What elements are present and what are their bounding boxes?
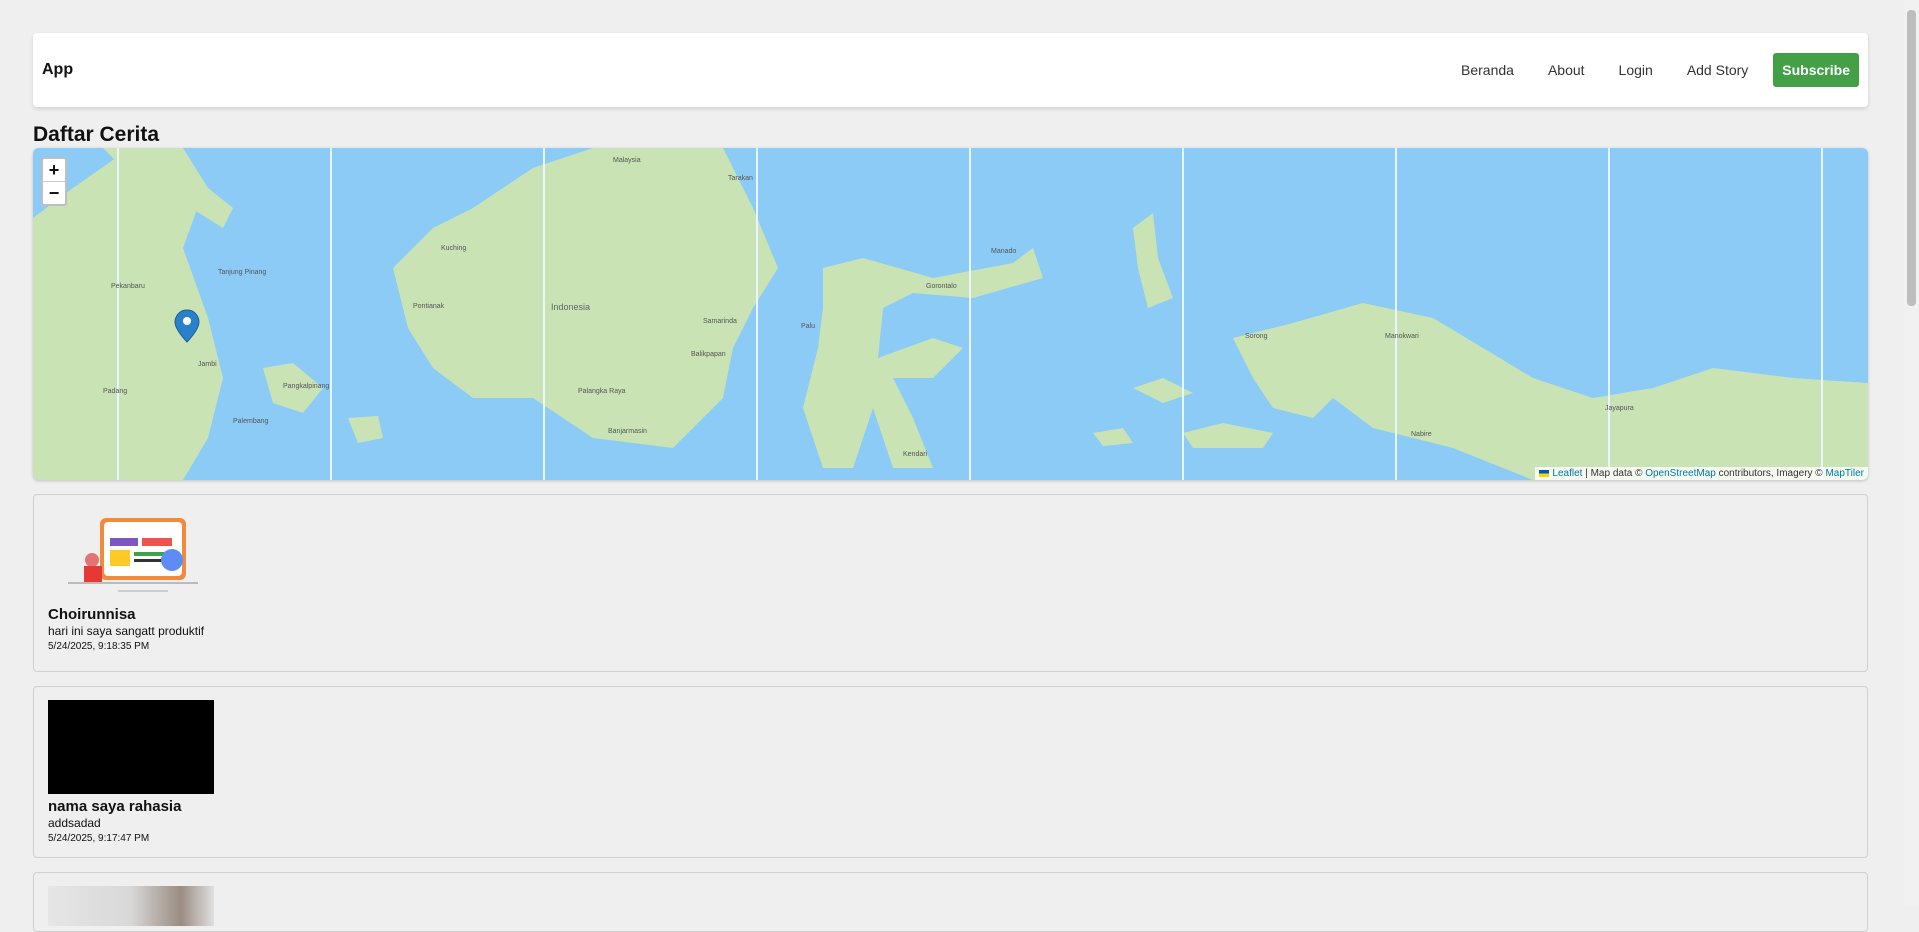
page-title: Daftar Cerita [33, 123, 160, 146]
story-description: hari ini saya sangatt produktif [48, 624, 205, 639]
map-label-kendari: Kendari [903, 451, 928, 458]
story-card[interactable]: Choirunnisa hari ini saya sangatt produk… [33, 494, 1868, 673]
leaflet-link[interactable]: Leaflet [1552, 468, 1582, 479]
zoom-in-button[interactable]: + [43, 159, 65, 181]
openstreetmap-link[interactable]: OpenStreetMap [1645, 468, 1716, 479]
map-attribution: Leaflet | Map data © OpenStreetMap contr… [1535, 467, 1868, 481]
ukraine-flag-icon [1539, 470, 1550, 478]
map-label-samarinda: Samarinda [703, 318, 737, 325]
attribution-text: | Map data © [1582, 468, 1646, 480]
map-label-tarakan: Tarakan [728, 175, 753, 182]
map-label-jayapura: Jayapura [1605, 405, 1634, 412]
map-label-malaysia: Malaysia [613, 157, 641, 164]
map-label-gorontalo: Gorontalo [926, 283, 957, 290]
story-date: 5/24/2025, 9:18:35 PM [48, 641, 150, 653]
map-label-manado: Manado [991, 248, 1016, 255]
nav-link-add-story[interactable]: Add Story [1687, 62, 1748, 78]
story-description: addsadad [48, 816, 101, 831]
nav-link-beranda[interactable]: Beranda [1461, 62, 1514, 78]
story-image [48, 700, 214, 795]
map-tiles: Indonesia Jambi Palembang Pangkalpinang … [33, 148, 1868, 481]
attribution-text: contributors, Imagery © [1715, 468, 1826, 480]
map-label-tanjung-pinang: Tanjung Pinang [218, 269, 266, 276]
map-label-palembang: Palembang [233, 418, 269, 425]
page: App Beranda About Login Add Story Subscr… [33, 33, 1868, 932]
map-label-palangka-raya: Palangka Raya [578, 388, 626, 395]
map-label-jambi: Jambi [198, 361, 217, 368]
page-scrollbar[interactable] [1904, 0, 1919, 905]
map-label-banjarmasin: Banjarmasin [608, 428, 647, 435]
story-image [48, 886, 214, 927]
subscribe-button[interactable]: Subscribe [1773, 53, 1859, 87]
map-label-balikpapan: Balikpapan [691, 351, 726, 358]
maptiler-link[interactable]: MapTiler [1825, 468, 1864, 479]
story-image [48, 508, 214, 603]
story-name: Choirunnisa [48, 606, 136, 624]
map-label-pekanbaru: Pekanbaru [111, 283, 145, 290]
nav-links: Beranda About Login Add Story Subscribe [1427, 53, 1859, 87]
map-label-palu: Palu [801, 323, 815, 330]
map-label-nabire: Nabire [1411, 431, 1432, 438]
nav-link-login[interactable]: Login [1619, 62, 1653, 78]
story-card[interactable] [33, 872, 1868, 932]
navbar: App Beranda About Login Add Story Subscr… [33, 33, 1868, 107]
map-label-padang: Padang [103, 388, 127, 395]
story-date: 5/24/2025, 9:17:47 PM [48, 833, 150, 845]
story-card[interactable]: nama saya rahasia addsadad 5/24/2025, 9:… [33, 686, 1868, 859]
zoom-control: + − [41, 157, 67, 207]
map-label-kuching: Kuching [441, 245, 466, 252]
map-label-sorong: Sorong [1245, 333, 1268, 340]
brand-logo[interactable]: App [42, 61, 73, 79]
map-label-pangkalpinang: Pangkalpinang [283, 383, 329, 390]
zoom-out-button[interactable]: − [43, 181, 65, 204]
nav-link-about[interactable]: About [1548, 62, 1585, 78]
map-label-pontianak: Pontianak [413, 303, 445, 310]
scrollbar-thumb[interactable] [1907, 10, 1916, 306]
story-map[interactable]: Indonesia Jambi Palembang Pangkalpinang … [33, 148, 1868, 481]
map-label-indonesia: Indonesia [551, 302, 590, 312]
map-label-manokwari: Manokwari [1385, 333, 1419, 340]
story-name: nama saya rahasia [48, 798, 182, 816]
